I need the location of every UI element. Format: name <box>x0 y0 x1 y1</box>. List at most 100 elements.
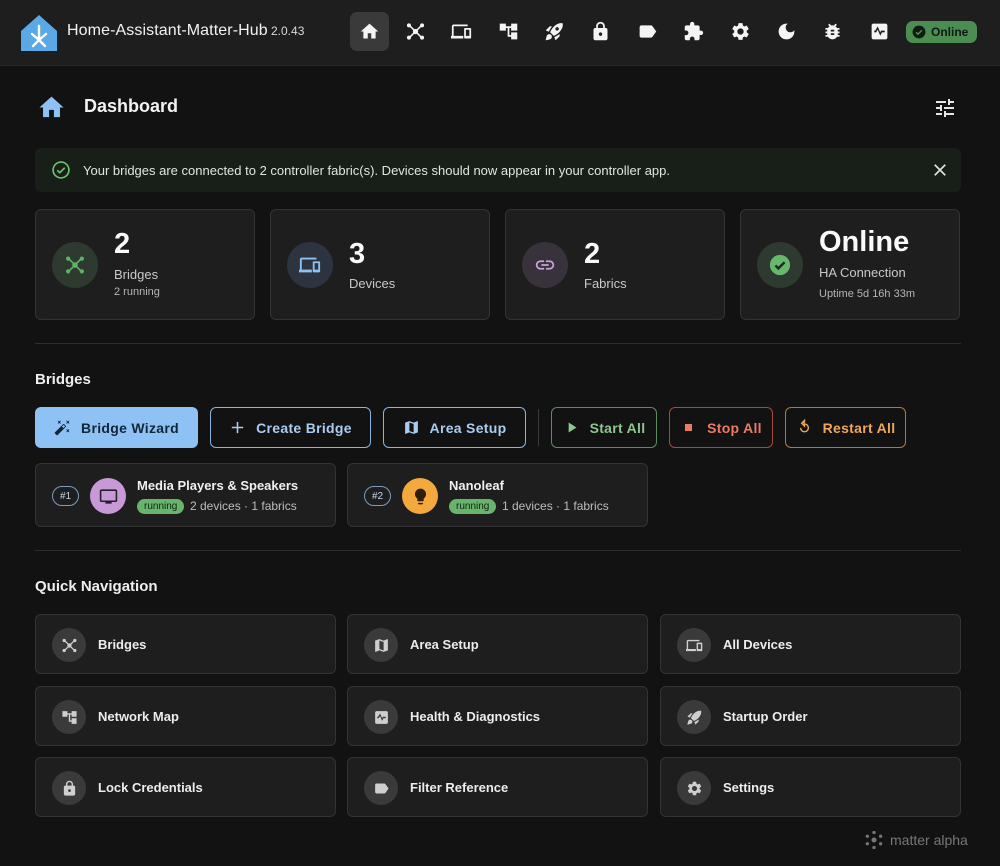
devices-icon <box>677 628 711 662</box>
quick-nav-area-setup[interactable]: Area Setup <box>347 614 648 674</box>
quick-nav-settings[interactable]: Settings <box>660 757 961 817</box>
lock-icon <box>593 21 608 41</box>
health-icon <box>364 700 398 734</box>
stat-label: Fabrics <box>584 276 627 291</box>
label-icon <box>639 25 657 38</box>
stop-all-label: Stop All <box>707 419 762 436</box>
quick-nav-filter-reference[interactable]: Filter Reference <box>347 757 648 817</box>
area-setup-button[interactable]: Area Setup <box>383 407 526 448</box>
dark-mode-icon <box>778 23 795 40</box>
network-map-icon <box>499 23 518 40</box>
lightbulb-icon <box>402 478 438 514</box>
area-setup-label: Area Setup <box>429 419 507 436</box>
alert-message: Your bridges are connected to 2 controll… <box>83 163 671 178</box>
check-circle-icon <box>912 25 926 39</box>
bridge-meta: 2 devices · 1 fabrics <box>190 499 297 513</box>
bug-icon <box>825 23 840 40</box>
watermark-text: matter alpha <box>890 832 968 848</box>
page-title: Dashboard <box>84 96 179 116</box>
health-icon <box>871 23 888 40</box>
nav-devices-button[interactable] <box>442 12 481 51</box>
stat-card-fabrics[interactable]: 2 Fabrics <box>505 209 725 320</box>
restart-icon <box>799 419 809 433</box>
nav-debug-button[interactable] <box>813 12 852 51</box>
nav-plugins-button[interactable] <box>674 12 713 51</box>
quick-nav-lock-credentials[interactable]: Lock Credentials <box>35 757 336 817</box>
bridge-card[interactable]: #1 Media Players & Speakers running 2 de… <box>35 463 336 527</box>
connection-status-chip: Online <box>906 21 977 43</box>
quick-nav-label: Startup Order <box>723 709 808 724</box>
bridge-wizard-button[interactable]: Bridge Wizard <box>35 407 198 448</box>
quick-nav-network-map[interactable]: Network Map <box>35 686 336 746</box>
nav-health-button[interactable] <box>860 12 899 51</box>
stop-icon <box>685 423 693 432</box>
stat-value: Online <box>819 226 910 258</box>
stat-sub: 2 running <box>114 286 160 298</box>
settings-icon <box>732 23 749 40</box>
bridge-card[interactable]: #2 Nanoleaf running 1 devices · 1 fabric… <box>347 463 648 527</box>
plugin-icon <box>684 21 704 41</box>
stat-value: 2 <box>114 228 131 260</box>
quick-nav-label: Area Setup <box>410 637 479 652</box>
rocket-icon <box>677 700 711 734</box>
app-title: Home-Assistant-Matter-Hub <box>67 22 268 39</box>
quick-nav-label: Network Map <box>98 709 179 724</box>
bridge-status-badge: running <box>449 499 497 514</box>
quick-nav-label: Settings <box>723 780 775 795</box>
nav-bridges-button[interactable] <box>396 12 435 51</box>
bridge-status-badge: running <box>137 499 185 514</box>
start-all-button[interactable]: Start All <box>551 407 657 448</box>
button-group-separator <box>538 409 539 446</box>
stop-all-button[interactable]: Stop All <box>669 407 773 448</box>
play-icon <box>568 422 577 433</box>
quick-nav-label: Health & Diagnostics <box>410 709 541 724</box>
stat-value: 2 <box>584 238 601 270</box>
stat-card-ha-connection[interactable]: Online HA Connection Uptime 5d 16h 33m <box>740 209 960 320</box>
map-icon <box>364 628 398 662</box>
quick-nav-startup-order[interactable]: Startup Order <box>660 686 961 746</box>
map-icon <box>404 421 418 434</box>
bridge-number-badge: #1 <box>52 486 79 506</box>
stat-label: Devices <box>349 276 396 291</box>
restart-all-label: Restart All <box>822 419 896 436</box>
bridges-section-title: Bridges <box>35 371 91 388</box>
restart-all-button[interactable]: Restart All <box>785 407 906 448</box>
connection-status-label: Online <box>931 25 969 39</box>
magic-wand-icon <box>54 420 70 436</box>
devices-icon <box>451 24 472 39</box>
customize-layout-button[interactable] <box>933 96 957 120</box>
app-version: 2.0.43 <box>271 24 305 38</box>
startup-rocket-icon <box>545 23 563 41</box>
nav-home-button[interactable] <box>350 12 389 51</box>
quick-nav-all-devices[interactable]: All Devices <box>660 614 961 674</box>
create-bridge-button[interactable]: Create Bridge <box>210 407 371 448</box>
alert-close-button[interactable] <box>931 161 949 179</box>
stat-card-bridges[interactable]: 2 Bridges 2 running <box>35 209 255 320</box>
devices-icon <box>287 242 333 288</box>
section-divider <box>35 550 961 551</box>
nav-filter-button[interactable] <box>628 12 667 51</box>
nav-lock-button[interactable] <box>581 12 620 51</box>
nav-startup-button[interactable] <box>535 12 574 51</box>
matter-watermark: matter alpha <box>864 830 968 850</box>
fabric-connected-alert: Your bridges are connected to 2 controll… <box>35 148 961 192</box>
nav-network-map-button[interactable] <box>489 12 528 51</box>
quick-nav-label: Filter Reference <box>410 780 509 795</box>
gear-icon <box>677 771 711 805</box>
stat-sub: Uptime 5d 16h 33m <box>819 288 915 300</box>
stat-label: HA Connection <box>819 265 906 280</box>
tune-icon <box>936 99 954 117</box>
quick-nav-label: Lock Credentials <box>98 780 203 795</box>
nav-theme-toggle-button[interactable] <box>767 12 806 51</box>
quick-nav-section-title: Quick Navigation <box>35 578 158 595</box>
lock-icon <box>52 771 86 805</box>
bridge-wizard-label: Bridge Wizard <box>81 419 179 436</box>
stat-card-devices[interactable]: 3 Devices <box>270 209 490 320</box>
stat-label: Bridges <box>114 267 159 282</box>
quick-nav-bridges[interactable]: Bridges <box>35 614 336 674</box>
quick-nav-health[interactable]: Health & Diagnostics <box>347 686 648 746</box>
nav-settings-button[interactable] <box>721 12 760 51</box>
stat-value: 3 <box>349 238 366 270</box>
bridge-number-badge: #2 <box>364 486 391 506</box>
bridge-icon <box>52 242 98 288</box>
